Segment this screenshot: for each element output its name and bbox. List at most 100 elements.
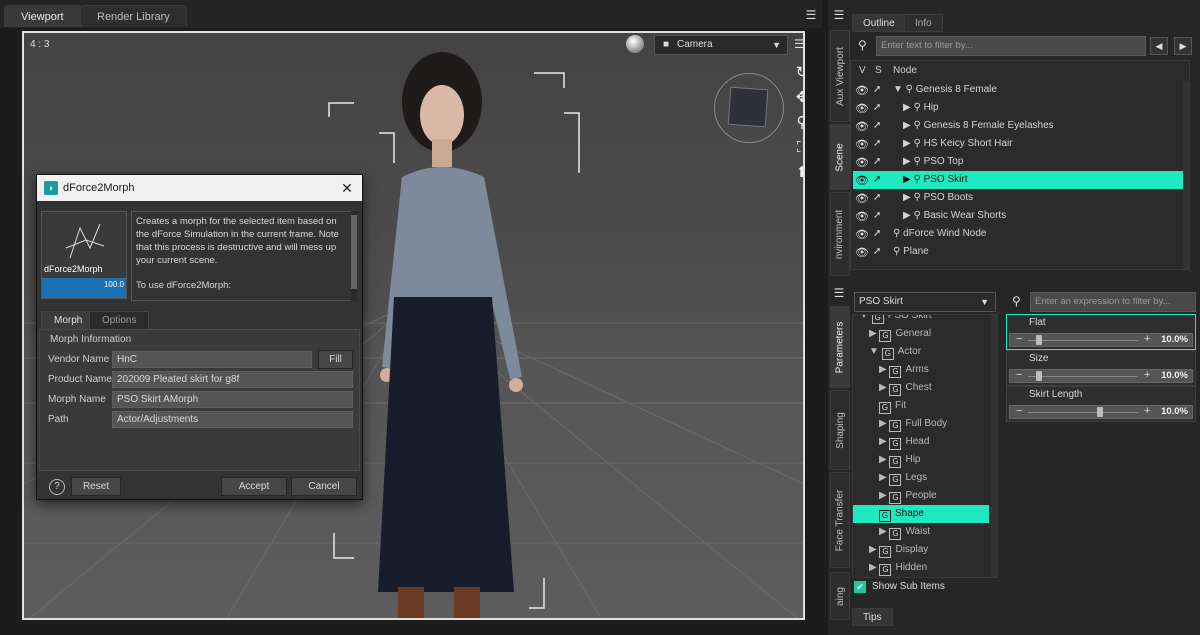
selectable-arrow-icon[interactable]: ➚	[873, 117, 881, 135]
dialog-title-bar[interactable]: ◗ dForce2Morph ✕	[37, 175, 362, 201]
selectable-arrow-icon[interactable]: ➚	[873, 81, 881, 99]
expand-arrow-icon[interactable]: ▶	[869, 544, 879, 555]
tab-shaping[interactable]: Shaping	[830, 390, 850, 470]
parameter-slider[interactable]: Skirt Length − +10.0%	[1006, 386, 1196, 422]
product-name-field[interactable]: 202009 Pleated skirt for g8f	[112, 371, 353, 388]
scrollbar-thumb[interactable]	[351, 215, 357, 289]
property-group-row[interactable]: ▶ G Arms	[853, 361, 989, 379]
scene-node-row[interactable]: 👁 ➚ ▶ ⚲ PSO Skirt	[853, 171, 1187, 189]
property-group-row[interactable]: ▼ G PSO Skirt	[853, 315, 989, 325]
expand-arrow-icon[interactable]: ▶	[879, 472, 889, 483]
property-group-row[interactable]: ▼ G Actor	[853, 343, 989, 361]
scene-pane-menu-icon[interactable]: ☰	[832, 8, 846, 22]
increment-icon[interactable]: +	[1144, 405, 1150, 417]
property-group-row[interactable]: ▶ G Display	[853, 541, 989, 559]
property-group-row[interactable]: ▶ G Chest	[853, 379, 989, 397]
tab-parameters[interactable]: Parameters	[830, 306, 850, 388]
pane-menu-icon[interactable]: ☰	[804, 8, 818, 22]
expand-arrow-icon[interactable]: ▶	[879, 436, 889, 447]
next-arrow-icon[interactable]: ▶	[1174, 37, 1192, 55]
draw-style-sphere-icon[interactable]	[626, 35, 644, 53]
tab-render-library[interactable]: Render Library	[80, 5, 187, 27]
morph-name-field[interactable]: PSO Skirt AMorph	[112, 391, 353, 408]
visibility-eye-icon[interactable]: 👁	[855, 226, 869, 244]
scene-node-row[interactable]: 👁 ➚ ▶ ⚲ Hip	[853, 99, 1187, 117]
slider-track[interactable]: − +10.0%	[1009, 369, 1193, 383]
view-cube-face[interactable]	[727, 86, 769, 128]
decrement-icon[interactable]: −	[1016, 333, 1022, 345]
expand-arrow-icon[interactable]: ▶	[879, 454, 889, 465]
property-group-row[interactable]: G Shape	[853, 505, 989, 523]
slider-knob[interactable]	[1036, 335, 1042, 345]
scene-node-row[interactable]: 👁 ➚ ⚲ Plane	[853, 243, 1187, 261]
view-cube[interactable]	[714, 73, 784, 143]
parameter-slider[interactable]: Flat − +10.0%	[1006, 314, 1196, 350]
selectable-arrow-icon[interactable]: ➚	[873, 207, 881, 225]
tab-morph[interactable]: Morph	[41, 311, 96, 329]
accept-button[interactable]: Accept	[221, 477, 287, 496]
camera-select[interactable]: ■ Camera ▼	[654, 35, 788, 55]
fill-button[interactable]: Fill	[318, 350, 353, 369]
expand-arrow-icon[interactable]: ▶	[879, 418, 889, 429]
increment-icon[interactable]: +	[1144, 369, 1150, 381]
character-figure[interactable]	[354, 47, 574, 620]
reset-button[interactable]: Reset	[71, 477, 121, 496]
tab-options[interactable]: Options	[89, 311, 150, 329]
expand-arrow-icon[interactable]: ▶	[879, 526, 889, 537]
parameters-pane-menu-icon[interactable]: ☰	[832, 286, 846, 300]
expand-arrow-icon[interactable]: ▼	[869, 346, 882, 357]
property-group-row[interactable]: ▶ G Waist	[853, 523, 989, 541]
property-groups-scrollbar[interactable]	[991, 315, 997, 577]
visibility-eye-icon[interactable]: 👁	[855, 172, 869, 190]
tab-aux-viewport[interactable]: Aux Viewport	[830, 30, 850, 122]
tab-info[interactable]: Info	[904, 14, 943, 32]
visibility-eye-icon[interactable]: 👁	[855, 208, 869, 226]
slider-track[interactable]: − +10.0%	[1009, 405, 1193, 419]
expand-arrow-icon[interactable]: ▶	[879, 490, 889, 501]
tab-viewport[interactable]: Viewport	[4, 5, 81, 27]
selectable-arrow-icon[interactable]: ➚	[873, 243, 881, 261]
checkbox-checked-icon[interactable]: ✔	[854, 581, 866, 593]
parameter-filter-input[interactable]: Enter an expression to filter by...	[1030, 292, 1196, 312]
expand-arrow-icon[interactable]: ▶	[879, 382, 889, 393]
tab-environment[interactable]: nvironment	[830, 192, 850, 276]
increment-icon[interactable]: +	[1144, 333, 1150, 345]
property-group-row[interactable]: G Fit	[853, 397, 989, 415]
decrement-icon[interactable]: −	[1016, 369, 1022, 381]
slider-track[interactable]: − +10.0%	[1009, 333, 1193, 347]
visibility-eye-icon[interactable]: 👁	[855, 244, 869, 262]
scene-node-row[interactable]: 👁 ➚ ▶ ⚲ PSO Top	[853, 153, 1187, 171]
previous-arrow-icon[interactable]: ◀	[1150, 37, 1168, 55]
tab-face-transfer[interactable]: Face Transfer	[830, 472, 850, 568]
description-scrollbar[interactable]	[351, 211, 357, 301]
decrement-icon[interactable]: −	[1016, 405, 1022, 417]
scene-filter-input[interactable]: Enter text to filter by...	[876, 36, 1146, 56]
visibility-eye-icon[interactable]: 👁	[855, 154, 869, 172]
scene-scrollbar[interactable]	[1183, 81, 1189, 269]
expand-arrow-icon[interactable]: ▶	[869, 328, 879, 339]
slider-value[interactable]: 10.0%	[1161, 370, 1188, 381]
close-icon[interactable]: ✕	[340, 175, 354, 201]
visibility-eye-icon[interactable]: 👁	[855, 100, 869, 118]
parameter-slider[interactable]: Size − +10.0%	[1006, 350, 1196, 386]
selectable-arrow-icon[interactable]: ➚	[873, 171, 881, 189]
tab-tips[interactable]: Tips	[852, 608, 893, 626]
cancel-button[interactable]: Cancel	[291, 477, 357, 496]
path-field[interactable]: Actor/Adjustments	[112, 411, 353, 428]
visibility-eye-icon[interactable]: 👁	[855, 82, 869, 100]
node-select[interactable]: PSO Skirt ▼	[854, 292, 996, 312]
frame-icon[interactable]: ⛶	[792, 138, 803, 158]
zoom-icon[interactable]: ⚲	[792, 113, 804, 133]
aim-icon[interactable]: ⬆	[792, 163, 803, 183]
property-group-row[interactable]: ▶ G Head	[853, 433, 989, 451]
scene-node-row[interactable]: 👁 ➚ ⚲ dForce Wind Node	[853, 225, 1187, 243]
pan-icon[interactable]: ✥	[792, 88, 803, 108]
expand-arrow-icon[interactable]: ▼	[859, 315, 872, 321]
selectable-arrow-icon[interactable]: ➚	[873, 99, 881, 117]
viewport-menu-icon[interactable]: ☰	[794, 37, 803, 51]
slider-knob[interactable]	[1096, 407, 1103, 417]
selectable-arrow-icon[interactable]: ➚	[873, 153, 881, 171]
scene-node-row[interactable]: 👁 ➚ ▶ ⚲ Basic Wear Shorts	[853, 207, 1187, 225]
vendor-name-field[interactable]: HnC	[112, 351, 312, 368]
orbit-icon[interactable]: ↻	[792, 63, 803, 83]
